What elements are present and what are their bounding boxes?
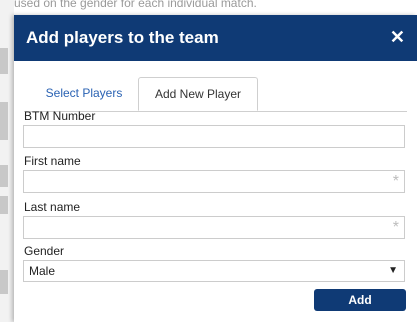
close-icon[interactable]: ✕ — [390, 27, 405, 47]
last-name-input[interactable] — [23, 216, 405, 239]
dialog-header: Add players to the team ✕ — [14, 15, 417, 61]
gender-select[interactable]: Male ▼ — [23, 260, 405, 282]
background-fragment — [0, 165, 8, 187]
gender-label: Gender — [24, 244, 65, 258]
required-star-icon: * — [392, 219, 399, 236]
add-players-dialog: Add players to the team ✕ Select Players… — [14, 15, 417, 322]
first-name-label: First name — [24, 154, 81, 168]
required-star-icon: * — [392, 173, 399, 190]
background-page-text: used on the gender for each individual m… — [14, 0, 257, 10]
btm-number-label: BTM Number — [24, 109, 96, 123]
tab-add-new-player[interactable]: Add New Player — [138, 77, 258, 111]
background-fragment — [0, 270, 8, 294]
add-button[interactable]: Add — [314, 289, 406, 311]
gender-selected-value: Male — [29, 264, 56, 278]
dialog-tabs: Select Players Add New Player — [24, 67, 407, 112]
tab-select-players[interactable]: Select Players — [34, 77, 134, 110]
background-fragment — [0, 48, 8, 74]
chevron-down-icon: ▼ — [388, 265, 398, 276]
background-fragment — [0, 196, 8, 214]
btm-number-input[interactable] — [23, 125, 405, 148]
last-name-label: Last name — [24, 200, 81, 214]
background-fragment — [0, 102, 8, 140]
first-name-input[interactable] — [23, 170, 405, 193]
dialog-title: Add players to the team — [26, 28, 219, 47]
